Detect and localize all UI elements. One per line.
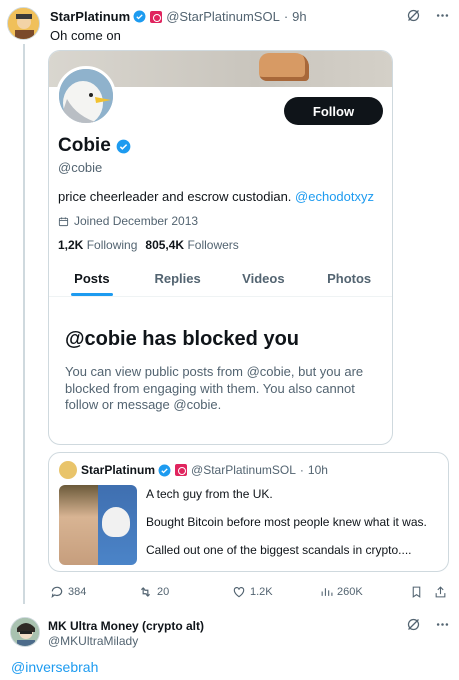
separator-dot: · — [283, 9, 289, 24]
thumbnail-seagull — [98, 485, 137, 565]
follow-button[interactable]: Follow — [284, 97, 383, 125]
views-icon — [321, 588, 333, 596]
reply-button[interactable]: 384 — [50, 585, 86, 599]
views-button[interactable]: 260K — [320, 585, 363, 598]
bio-link[interactable]: @echodotxyz — [295, 189, 374, 204]
follow-stats: 1,2K Following 805,4K Followers — [58, 238, 239, 252]
repost-icon — [141, 587, 150, 597]
tab-videos[interactable]: Videos — [221, 261, 307, 296]
author-avatar[interactable] — [7, 7, 40, 40]
repost-count: 20 — [157, 586, 170, 598]
profile-avatar — [56, 66, 116, 126]
verified-badge-icon — [133, 10, 146, 23]
following-stat[interactable]: 1,2K Following — [58, 238, 137, 252]
action-bar: 384 20 1.2K 260K — [50, 585, 446, 601]
share-button[interactable] — [434, 585, 447, 599]
quote-line: A tech guy from the UK. — [146, 487, 273, 501]
quote-line: Called out one of the biggest scandals i… — [146, 543, 412, 557]
reply-author-handle[interactable]: @MKUltraMilady — [48, 634, 138, 648]
quote-text: A tech guy from the UK. Bought Bitcoin b… — [146, 487, 441, 571]
following-label: Following — [86, 238, 138, 252]
bio-text: price cheerleader and escrow custodian. — [58, 189, 292, 204]
tweet-header: StarPlatinum @StarPlatinumSOL · 9h — [50, 9, 307, 24]
tweet-top-actions — [406, 8, 450, 27]
profile-handle: @cobie — [58, 160, 103, 175]
calendar-icon — [58, 216, 69, 226]
blocked-title: @cobie has blocked you — [65, 328, 300, 350]
following-count: 1,2K — [58, 238, 84, 252]
like-count: 1.2K — [250, 586, 273, 598]
joined-date: Joined December 2013 — [58, 214, 198, 228]
verified-badge-icon — [116, 139, 131, 153]
joined-text: Joined December 2013 — [74, 214, 199, 228]
quoted-tweet[interactable]: StarPlatinum @StarPlatinumSOL · 10h A te… — [48, 452, 449, 572]
reply-author-name[interactable]: MK Ultra Money (crypto alt) — [48, 619, 204, 633]
followers-label: Followers — [187, 238, 239, 252]
bookmark-icon — [412, 586, 421, 598]
profile-name-row: Cobie — [58, 135, 131, 157]
followers-stat[interactable]: 805,4K Followers — [145, 238, 238, 252]
reply-icon — [51, 586, 63, 599]
banner-art — [259, 53, 309, 81]
reply-author-avatar[interactable] — [10, 617, 40, 647]
quote-timestamp: 10h — [307, 463, 328, 477]
seagull-avatar-image — [59, 69, 113, 123]
share-icon — [435, 586, 446, 598]
followers-count: 805,4K — [145, 238, 185, 252]
quote-author-handle: @StarPlatinumSOL — [191, 463, 296, 477]
tab-replies[interactable]: Replies — [135, 261, 221, 296]
avatar-image — [11, 618, 39, 646]
repost-button[interactable]: 20 — [138, 585, 169, 599]
like-icon — [233, 587, 245, 598]
thread-line — [23, 44, 25, 604]
tab-posts[interactable]: Posts — [49, 261, 135, 296]
affiliate-flag-icon — [150, 10, 163, 23]
more-icon[interactable] — [435, 617, 450, 636]
quote-author-avatar — [59, 461, 77, 479]
tab-photos[interactable]: Photos — [306, 261, 392, 296]
blocked-message: You can view public posts from @cobie, b… — [65, 364, 364, 412]
verified-badge-icon — [158, 464, 171, 476]
tweet-text: Oh come on — [50, 28, 121, 43]
grok-icon[interactable] — [406, 8, 421, 27]
reply-count: 384 — [68, 586, 87, 598]
reply-mention-link[interactable]: @inversebrah — [11, 659, 98, 675]
quote-header: StarPlatinum @StarPlatinumSOL · 10h — [81, 463, 328, 477]
separator-dot: · — [299, 463, 304, 477]
like-button[interactable]: 1.2K — [232, 585, 273, 599]
profile-name: Cobie — [58, 135, 111, 156]
reply-top-actions — [406, 617, 450, 636]
quote-author-name: StarPlatinum — [81, 463, 156, 477]
profile-bio: price cheerleader and escrow custodian. … — [58, 189, 374, 204]
timestamp[interactable]: 9h — [292, 9, 306, 24]
more-icon[interactable] — [435, 8, 450, 27]
profile-tabs: Posts Replies Videos Photos — [49, 261, 392, 297]
bookmark-button[interactable] — [410, 585, 423, 599]
avatar-image — [8, 8, 39, 39]
author-handle[interactable]: @StarPlatinumSOL — [166, 9, 280, 24]
author-name[interactable]: StarPlatinum — [50, 9, 130, 24]
grok-icon[interactable] — [406, 617, 421, 636]
quote-thumbnail — [59, 485, 137, 565]
profile-screenshot-card[interactable]: Follow Cobie @cobie price cheerleader an… — [48, 50, 393, 445]
views-count: 260K — [337, 585, 363, 598]
affiliate-flag-icon — [175, 464, 188, 476]
thumbnail-face — [59, 485, 98, 565]
quote-line: Bought Bitcoin before most people knew w… — [146, 515, 427, 529]
